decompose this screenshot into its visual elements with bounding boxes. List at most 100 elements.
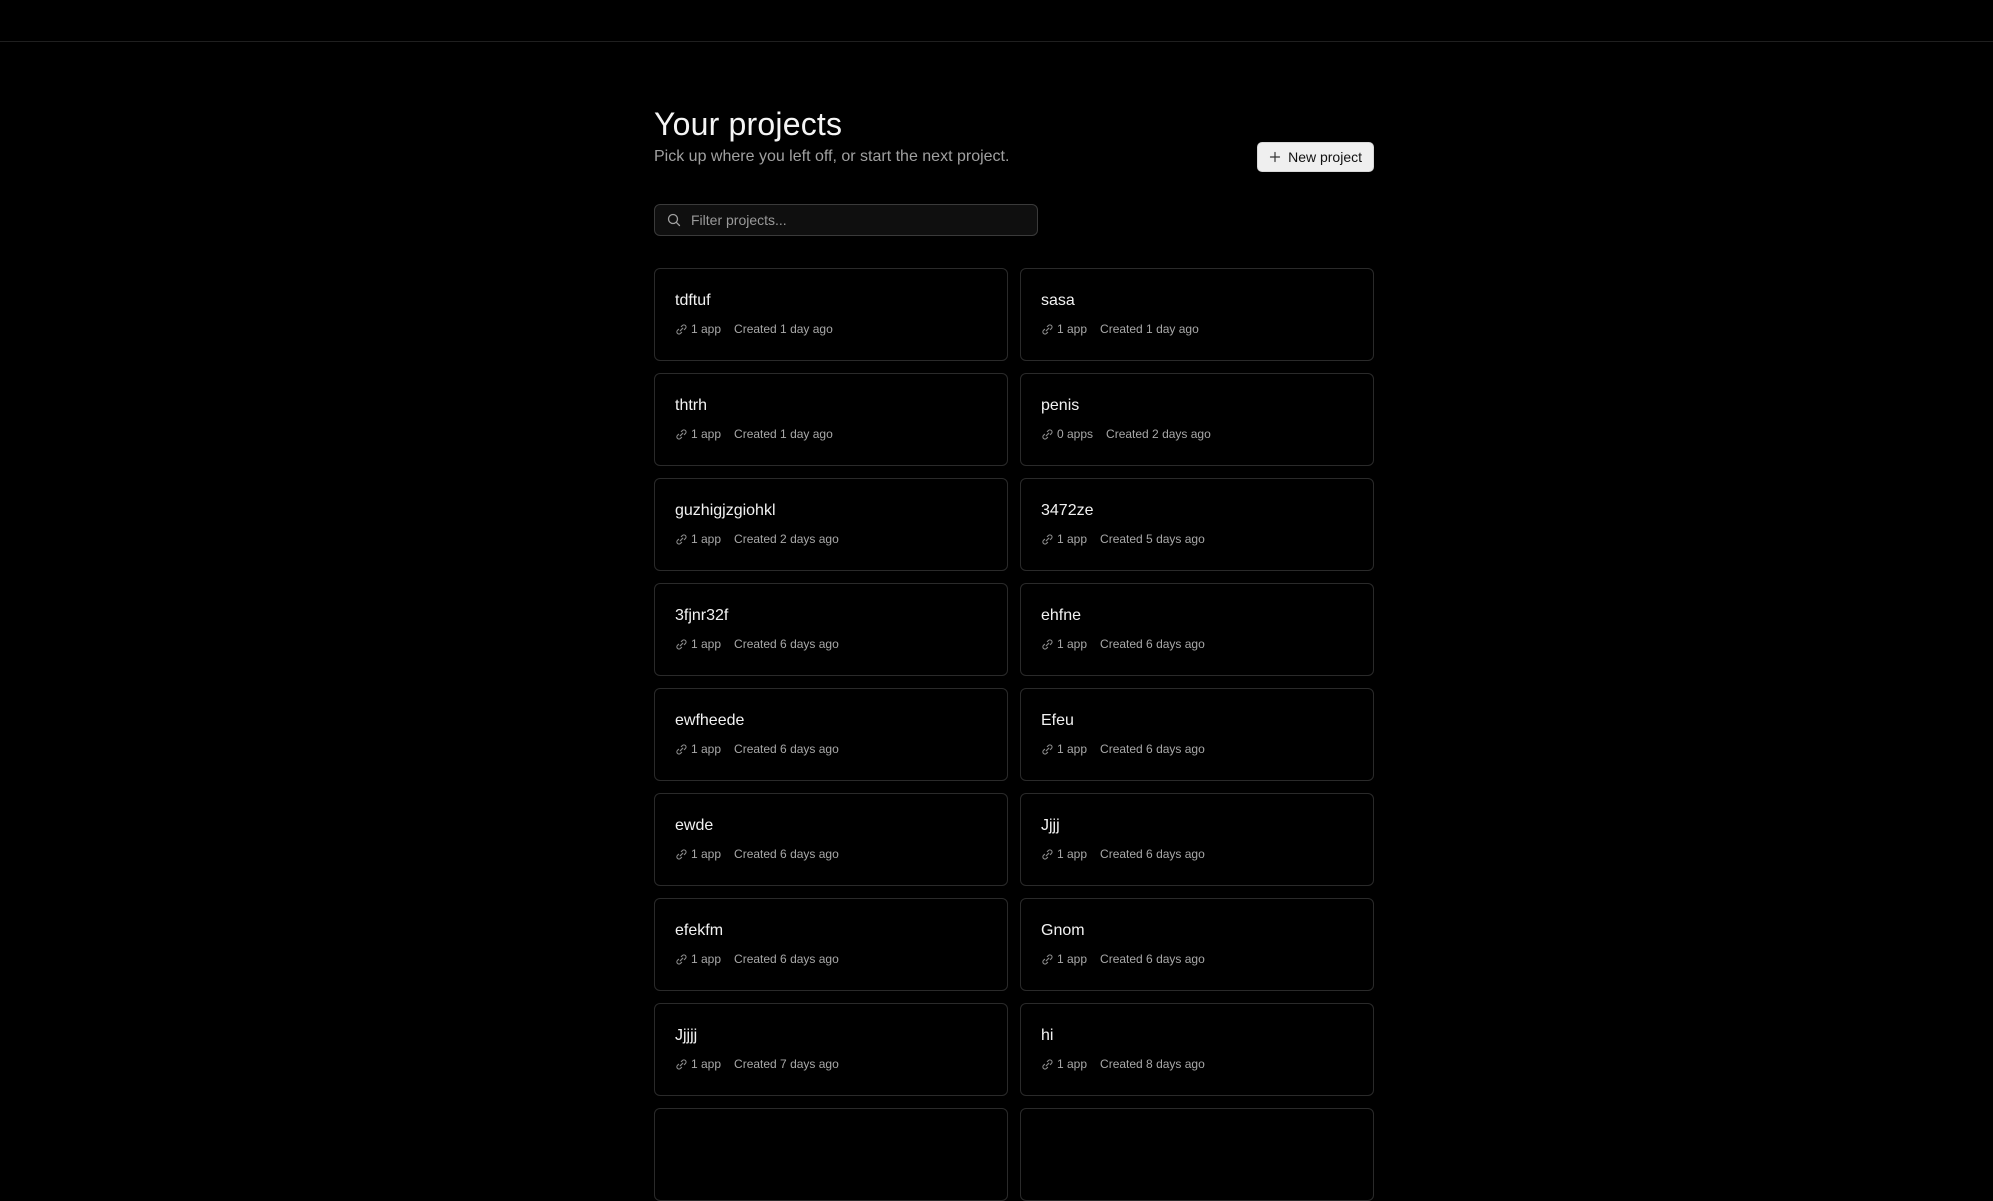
project-created: Created 6 days ago — [1100, 952, 1205, 966]
project-card[interactable]: Gnom 1 app Created 6 days ago — [1020, 898, 1374, 991]
project-name: Jjjj — [1041, 817, 1060, 834]
project-name: thtrh — [675, 397, 708, 414]
project-created: Created 5 days ago — [1100, 532, 1205, 546]
project-app-count: 1 app — [691, 847, 722, 861]
search-box[interactable] — [654, 204, 1038, 236]
project-meta: 1 app Created 8 days ago — [1041, 1057, 1353, 1071]
page-header: Your projects Pick up where you left off… — [654, 104, 1374, 174]
new-project-label: New project — [1288, 149, 1362, 165]
link-icon — [1042, 533, 1053, 544]
project-name: efekfm — [675, 922, 724, 939]
project-name: penis — [1041, 397, 1080, 414]
link-icon — [676, 428, 687, 439]
link-icon — [1042, 428, 1053, 439]
project-created: Created 8 days ago — [1100, 1057, 1205, 1071]
link-icon — [676, 1058, 687, 1069]
project-app-count: 1 app — [691, 952, 722, 966]
page-title: Your projects — [654, 106, 843, 142]
link-icon — [676, 323, 687, 334]
link-icon — [676, 638, 687, 649]
project-card[interactable]: 3fjnr32f 1 app Created 6 days ago — [654, 583, 1008, 676]
project-created: Created 6 days ago — [1100, 742, 1205, 756]
project-app-count: 1 app — [1057, 952, 1088, 966]
project-app-count: 1 app — [691, 322, 722, 336]
project-meta: 1 app Created 2 days ago — [675, 532, 987, 546]
project-card[interactable]: ewde 1 app Created 6 days ago — [654, 793, 1008, 886]
project-meta: 1 app Created 6 days ago — [1041, 742, 1353, 756]
project-name: tdftuf — [675, 292, 711, 309]
project-meta: 1 app Created 1 day ago — [675, 322, 987, 336]
project-name: ehfne — [1041, 607, 1082, 624]
project-app-count: 0 apps — [1057, 427, 1094, 441]
project-meta: 1 app Created 1 day ago — [1041, 322, 1353, 336]
project-name: Jjjjj — [675, 1027, 698, 1044]
project-card[interactable]: thtrh 1 app Created 1 day ago — [654, 373, 1008, 466]
search-input[interactable] — [681, 205, 1037, 235]
new-project-button[interactable]: New project — [1257, 142, 1374, 172]
project-card[interactable]: guzhigjzgiohkl 1 app Created 2 days ago — [654, 478, 1008, 571]
project-name: Efeu — [1041, 712, 1074, 729]
project-created: Created 6 days ago — [1100, 637, 1205, 651]
project-meta: 1 app Created 6 days ago — [1041, 952, 1353, 966]
project-created: Created 2 days ago — [1106, 427, 1211, 441]
project-card[interactable]: efekfm 1 app Created 6 days ago — [654, 898, 1008, 991]
project-name — [675, 1131, 987, 1151]
project-card[interactable]: Efeu 1 app Created 6 days ago — [1020, 688, 1374, 781]
project-card[interactable]: Jjjjj 1 app Created 7 days ago — [654, 1003, 1008, 1096]
project-app-count: 1 app — [1057, 637, 1088, 651]
link-icon — [1042, 848, 1053, 859]
project-meta: 1 app Created 7 days ago — [675, 1057, 987, 1071]
link-icon — [1042, 1058, 1053, 1069]
project-app-count: 1 app — [691, 637, 722, 651]
project-created: Created 1 day ago — [734, 427, 833, 441]
link-icon — [676, 533, 687, 544]
project-card[interactable]: ehfne 1 app Created 6 days ago — [1020, 583, 1374, 676]
link-icon — [1042, 323, 1053, 334]
project-created: Created 2 days ago — [734, 532, 839, 546]
project-created: Created 6 days ago — [734, 742, 839, 756]
project-meta: 1 app Created 6 days ago — [675, 637, 987, 651]
project-name: ewfheede — [675, 712, 745, 729]
link-icon — [676, 953, 687, 964]
project-name: ewde — [675, 817, 714, 834]
project-card[interactable] — [654, 1108, 1008, 1201]
project-app-count: 1 app — [691, 742, 722, 756]
top-bar — [0, 0, 1993, 42]
project-card[interactable]: tdftuf 1 app Created 1 day ago — [654, 268, 1008, 361]
project-card[interactable]: sasa 1 app Created 1 day ago — [1020, 268, 1374, 361]
project-meta: 1 app Created 6 days ago — [675, 847, 987, 861]
link-icon — [1042, 953, 1053, 964]
link-icon — [1042, 638, 1053, 649]
project-meta: 0 apps Created 2 days ago — [1041, 427, 1353, 441]
link-icon — [676, 743, 687, 754]
project-created: Created 7 days ago — [734, 1057, 839, 1071]
project-name: 3472ze — [1041, 502, 1094, 519]
project-card[interactable]: Jjjj 1 app Created 6 days ago — [1020, 793, 1374, 886]
project-card[interactable]: ewfheede 1 app Created 6 days ago — [654, 688, 1008, 781]
project-app-count: 1 app — [691, 532, 722, 546]
project-name: sasa — [1041, 292, 1075, 309]
project-created: Created 6 days ago — [734, 847, 839, 861]
project-card[interactable] — [1020, 1108, 1374, 1201]
project-card[interactable]: 3472ze 1 app Created 5 days ago — [1020, 478, 1374, 571]
project-card[interactable]: hi 1 app Created 8 days ago — [1020, 1003, 1374, 1096]
search-icon — [667, 213, 681, 227]
link-icon — [676, 848, 687, 859]
project-app-count: 1 app — [1057, 532, 1088, 546]
project-app-count: 1 app — [1057, 322, 1088, 336]
project-app-count: 1 app — [691, 427, 722, 441]
project-meta: 1 app Created 6 days ago — [1041, 637, 1353, 651]
project-meta: 1 app Created 6 days ago — [675, 742, 987, 756]
main-content: Your projects Pick up where you left off… — [654, 104, 1374, 1201]
project-meta: 1 app Created 1 day ago — [675, 427, 987, 441]
project-meta: 1 app Created 6 days ago — [675, 952, 987, 966]
project-app-count: 1 app — [1057, 847, 1088, 861]
project-created: Created 1 day ago — [734, 322, 833, 336]
project-card[interactable]: penis 0 apps Created 2 days ago — [1020, 373, 1374, 466]
project-name: guzhigjzgiohkl — [675, 502, 776, 519]
project-app-count: 1 app — [1057, 742, 1088, 756]
plus-icon — [1269, 151, 1281, 163]
project-created: Created 6 days ago — [1100, 847, 1205, 861]
link-icon — [1042, 743, 1053, 754]
project-created: Created 1 day ago — [1100, 322, 1199, 336]
